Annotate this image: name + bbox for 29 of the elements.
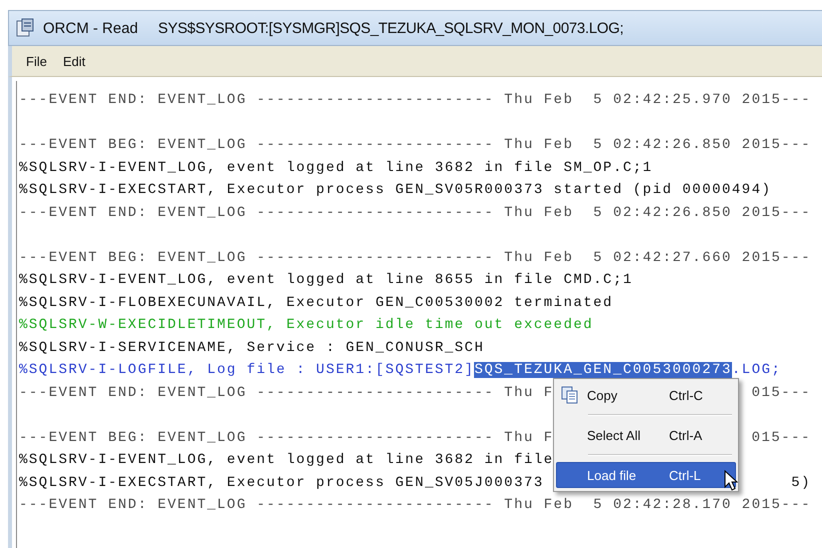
log-line: %SQLSRV-I-EXECSTART, Executor process GEN_SV05R000373 started (pid 00000494)	[19, 181, 772, 200]
event-separator-line: ---EVENT END: EVENT_LOG ------------------------ Thu F	[19, 384, 554, 402]
mouse-cursor-icon	[724, 470, 738, 491]
log-line: %SQLSRV-I-SERVICENAME, Service : GEN_CONUSR_SCH	[19, 338, 484, 358]
file-path: SYS$SYSROOT:[SYSMGR]SQS_TEZUKA_SQLSRV_MON_0073.LOG;	[158, 20, 624, 36]
log-line: %SQLSRV-I-LOGFILE, Log file : USER1:[SQSTEST2]SQS_TEZUKA_GEN_C0053000273.LOG;	[19, 361, 782, 380]
window-title: ORCM - Read	[43, 20, 138, 36]
event-separator-line: 015---	[752, 428, 811, 448]
log-line: %SQLSRV-I-FLOBEXECUNAVAIL, Executor GEN_C00530002 terminated	[19, 294, 614, 312]
event-separator-line: ---EVENT BEG: EVENT_LOG ------------------------ Thu F	[19, 428, 554, 448]
event-separator-line: 015---	[752, 384, 811, 402]
event-separator-line: ---EVENT END: EVENT_LOG ------------------------ Thu Feb 5 02:42:28.170 2015---	[19, 496, 812, 515]
event-separator-line: ---EVENT BEG: EVENT_LOG ------------------------ Thu Feb 5 02:42:27.660 2015---	[19, 248, 812, 268]
log-line: 5)	[791, 474, 811, 492]
event-separator-line: ---EVENT BEG: EVENT_LOG ------------------------ Thu Feb 5 02:42:26.850 2015---	[19, 136, 812, 155]
app-icon	[15, 18, 35, 38]
log-line: %SQLSRV-I-EVENT_LOG, event logged at line 8655 in file CMD.C;1	[19, 271, 633, 290]
event-separator-line: ---EVENT END: EVENT_LOG ------------------------ Thu Feb 5 02:42:25.970 2015---	[19, 91, 812, 110]
context-menu-item[interactable]: Copy Ctrl-C	[556, 382, 736, 408]
copy-icon	[561, 386, 579, 404]
menu-item[interactable]: File	[26, 54, 47, 68]
event-separator-line: ---EVENT END: EVENT_LOG ------------------------ Thu Feb 5 02:42:26.850 2015---	[19, 204, 812, 222]
context-menu-item[interactable]: Select All Ctrl-A	[556, 422, 736, 448]
context-menu-item[interactable]: Load file Ctrl-L	[556, 462, 736, 488]
menu-item[interactable]: Edit	[62, 54, 86, 68]
log-line: %SQLSRV-I-EVENT_LOG, event logged at line 3682 in file SM_OP.C;1	[19, 158, 653, 178]
log-line: %SQLSRV-I-EVENT_LOG, event logged at line 3682 in file	[19, 451, 554, 470]
log-line: %SQLSRV-I-EXECSTART, Executor process GEN_SV05J000373	[19, 474, 544, 492]
log-line: %SQLSRV-W-EXECIDLETIMEOUT, Executor idle time out exceeded	[19, 316, 594, 335]
